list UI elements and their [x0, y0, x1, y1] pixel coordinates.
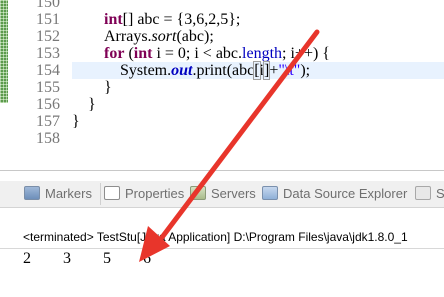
code-text: }	[72, 113, 80, 130]
keyword: int	[104, 11, 123, 28]
tab-snippets[interactable]: S	[415, 184, 444, 204]
tab-label: Data Source Explorer	[283, 186, 408, 201]
tab-label: S	[436, 186, 444, 201]
tab-label: Properties	[125, 186, 185, 201]
bottom-views-panel: Markers Properties Servers Data Source E…	[0, 170, 444, 297]
console-status-header: <terminated> TestStu[Java Application] D…	[23, 230, 408, 244]
console-output[interactable]: 2 3 5 6	[23, 250, 152, 268]
code-text: );	[300, 62, 311, 79]
string-literal: "\t"	[278, 62, 301, 79]
code-text: (abc);	[176, 28, 214, 45]
line-number: 158	[36, 130, 60, 147]
code-line-153[interactable]: for (int i = 0; i < abc.length; i++) {	[72, 45, 444, 62]
code-line-156[interactable]: }	[72, 96, 444, 113]
line-number: 154	[36, 62, 60, 79]
code-line-152[interactable]: Arrays.sort(abc);	[72, 28, 444, 45]
code-line-154[interactable]: System.out.print(abc[i]+"\t");	[72, 61, 444, 80]
console-divider	[0, 248, 444, 249]
code-text: ; i++) {	[282, 45, 330, 62]
static-field: out	[171, 62, 193, 79]
tab-label: Servers	[211, 186, 256, 201]
line-number: 157	[36, 113, 60, 130]
code-text: +	[269, 62, 279, 79]
code-line-151[interactable]: int[] abc = {3,6,2,5};	[72, 11, 444, 28]
tab-properties[interactable]: Properties	[104, 184, 184, 204]
static-method: sort	[151, 28, 177, 45]
code-text: }	[88, 96, 96, 113]
tab-separator	[100, 183, 101, 205]
line-number: 152	[36, 28, 60, 45]
view-tab-bar: Markers Properties Servers Data Source E…	[0, 181, 444, 208]
code-line-157[interactable]: }	[72, 113, 444, 130]
code-text: (	[124, 45, 134, 62]
properties-icon	[104, 186, 120, 200]
code-text: System.	[120, 62, 172, 79]
line-number: 153	[36, 45, 60, 62]
keyword: for	[104, 45, 125, 62]
code-editor[interactable]: 150 151 152 153 154 155 156 157 158 int[…	[0, 0, 444, 170]
code-line-155[interactable]: }	[72, 79, 444, 96]
line-number: 151	[36, 11, 60, 28]
snippets-icon	[415, 186, 431, 200]
tab-servers[interactable]: Servers	[190, 184, 256, 204]
line-number-gutter: 150 151 152 153 154 155 156 157 158	[8, 0, 68, 170]
line-number: 155	[36, 79, 60, 96]
line-number: 150	[36, 0, 60, 11]
field-name: length	[242, 45, 283, 62]
tab-label: Markers	[45, 186, 92, 201]
markers-icon	[24, 186, 40, 200]
tab-data-source-explorer[interactable]: Data Source Explorer	[262, 184, 407, 204]
code-text: [] abc = {3,6,2,5};	[122, 11, 241, 28]
code-text: i = 0; i < abc.	[152, 45, 243, 62]
tab-markers[interactable]: Markers	[24, 184, 92, 204]
change-ruler-overlay	[0, 0, 8, 103]
code-text: Arrays.	[104, 28, 152, 45]
code-text: }	[104, 79, 112, 96]
code-text: .print(abc	[192, 62, 255, 79]
line-number: 156	[36, 96, 60, 113]
servers-icon	[190, 186, 206, 200]
data-source-explorer-icon	[262, 186, 278, 200]
keyword: int	[133, 45, 153, 62]
